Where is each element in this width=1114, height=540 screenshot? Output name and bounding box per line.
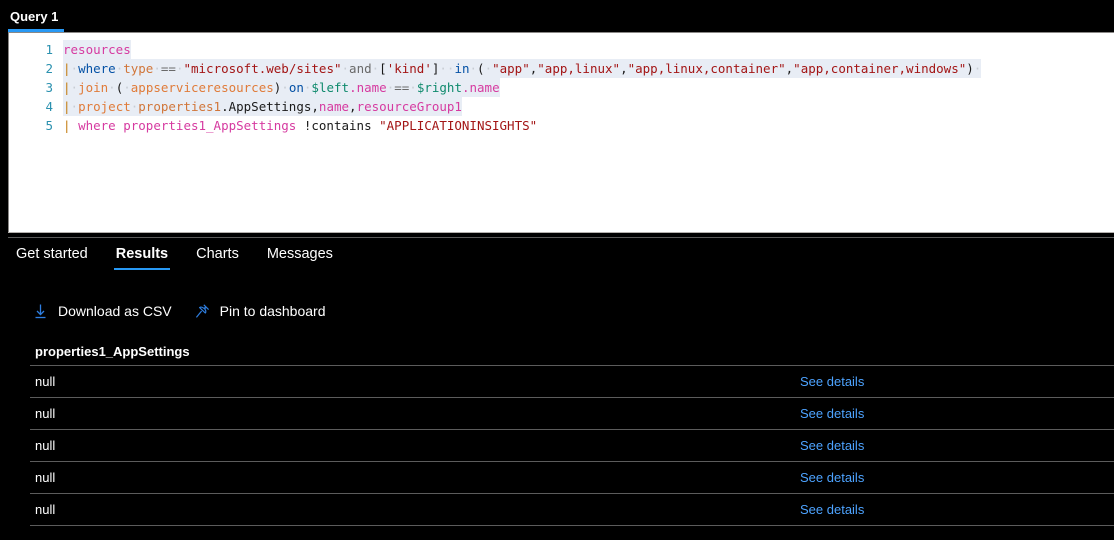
table-row[interactable]: null See details — [30, 494, 1114, 526]
tab-messages[interactable]: Messages — [265, 244, 335, 272]
tab-get-started[interactable]: Get started — [14, 244, 90, 272]
download-as-csv-label: Download as CSV — [58, 303, 172, 319]
pin-to-dashboard-label: Pin to dashboard — [219, 303, 326, 319]
code-line[interactable]: 1 resources — [9, 40, 1114, 59]
query-tab-strip: Query 1 — [0, 0, 1114, 32]
azure-resource-graph-explorer: Query 1 1 resources 2 |·where·type·==·"micr… — [0, 0, 1114, 540]
see-details-link[interactable]: See details — [800, 502, 864, 517]
table-row[interactable]: null See details — [30, 430, 1114, 462]
cell-properties1-appsettings: null — [35, 438, 56, 453]
download-as-csv-button[interactable]: Download as CSV — [32, 303, 172, 320]
line-number: 1 — [45, 42, 53, 57]
cell-properties1-appsettings: null — [35, 406, 56, 421]
code-line[interactable]: 4 |·project·properties1.AppSettings,name,… — [9, 97, 1114, 116]
line-number: 2 — [45, 61, 53, 76]
download-icon — [32, 303, 49, 320]
tab-results[interactable]: Results — [113, 244, 171, 272]
grid-body: null See details null See details null See de… — [0, 366, 1114, 526]
results-grid: properties1_AppSettings null See details n… — [0, 338, 1114, 526]
pin-icon — [194, 303, 211, 320]
cell-properties1-appsettings: null — [35, 470, 56, 485]
grid-column-header[interactable]: properties1_AppSettings — [30, 338, 1114, 366]
see-details-link[interactable]: See details — [800, 406, 864, 421]
query-tab-label: Query 1 — [10, 8, 59, 24]
tab-label: Charts — [196, 246, 239, 262]
pin-to-dashboard-button[interactable]: Pin to dashboard — [194, 303, 326, 320]
results-tab-bar: Get started Results Charts Messages — [0, 244, 1114, 282]
editor-content[interactable]: 1 resources 2 |·where·type·==·"microsoft.we… — [9, 33, 1114, 135]
code-text: resources — [63, 40, 131, 59]
kql-query-editor[interactable]: 1 resources 2 |·where·type·==·"microsoft.we… — [8, 32, 1114, 232]
tab-label: Get started — [16, 246, 88, 262]
tab-label: Results — [115, 246, 169, 262]
code-text: |·where·type·==·"microsoft.web/sites"·an… — [63, 59, 982, 78]
cell-properties1-appsettings: null — [35, 374, 56, 389]
code-line[interactable]: 2 |·where·type·==·"microsoft.web/sites"·a… — [9, 59, 1114, 78]
results-command-bar: Download as CSV Pin to dashboard — [0, 296, 1114, 326]
code-line[interactable]: 3 |·join·(·appserviceresources)·on·$left.… — [9, 78, 1114, 97]
line-number: 5 — [45, 118, 53, 133]
see-details-link[interactable]: See details — [800, 438, 864, 453]
table-row[interactable]: null See details — [30, 462, 1114, 494]
column-header-properties1-appsettings: properties1_AppSettings — [35, 344, 190, 359]
line-number: 3 — [45, 80, 53, 95]
tab-label: Messages — [266, 246, 333, 262]
query-tab-query-1[interactable]: Query 1 — [10, 0, 64, 32]
tab-charts[interactable]: Charts — [194, 244, 241, 272]
code-text: | where properties1_AppSettings !contain… — [63, 118, 538, 133]
line-number: 4 — [45, 99, 53, 114]
table-row[interactable]: null See details — [30, 398, 1114, 430]
cell-properties1-appsettings: null — [35, 502, 56, 517]
editor-results-splitter[interactable] — [8, 232, 1114, 238]
code-text: |·project·properties1.AppSettings,name,r… — [63, 97, 462, 116]
see-details-link[interactable]: See details — [800, 470, 864, 485]
table-row[interactable]: null See details — [30, 366, 1114, 398]
see-details-link[interactable]: See details — [800, 374, 864, 389]
code-line[interactable]: 5 | where properties1_AppSettings !contai… — [9, 116, 1114, 135]
code-text: |·join·(·appserviceresources)·on·$left.n… — [63, 78, 500, 97]
